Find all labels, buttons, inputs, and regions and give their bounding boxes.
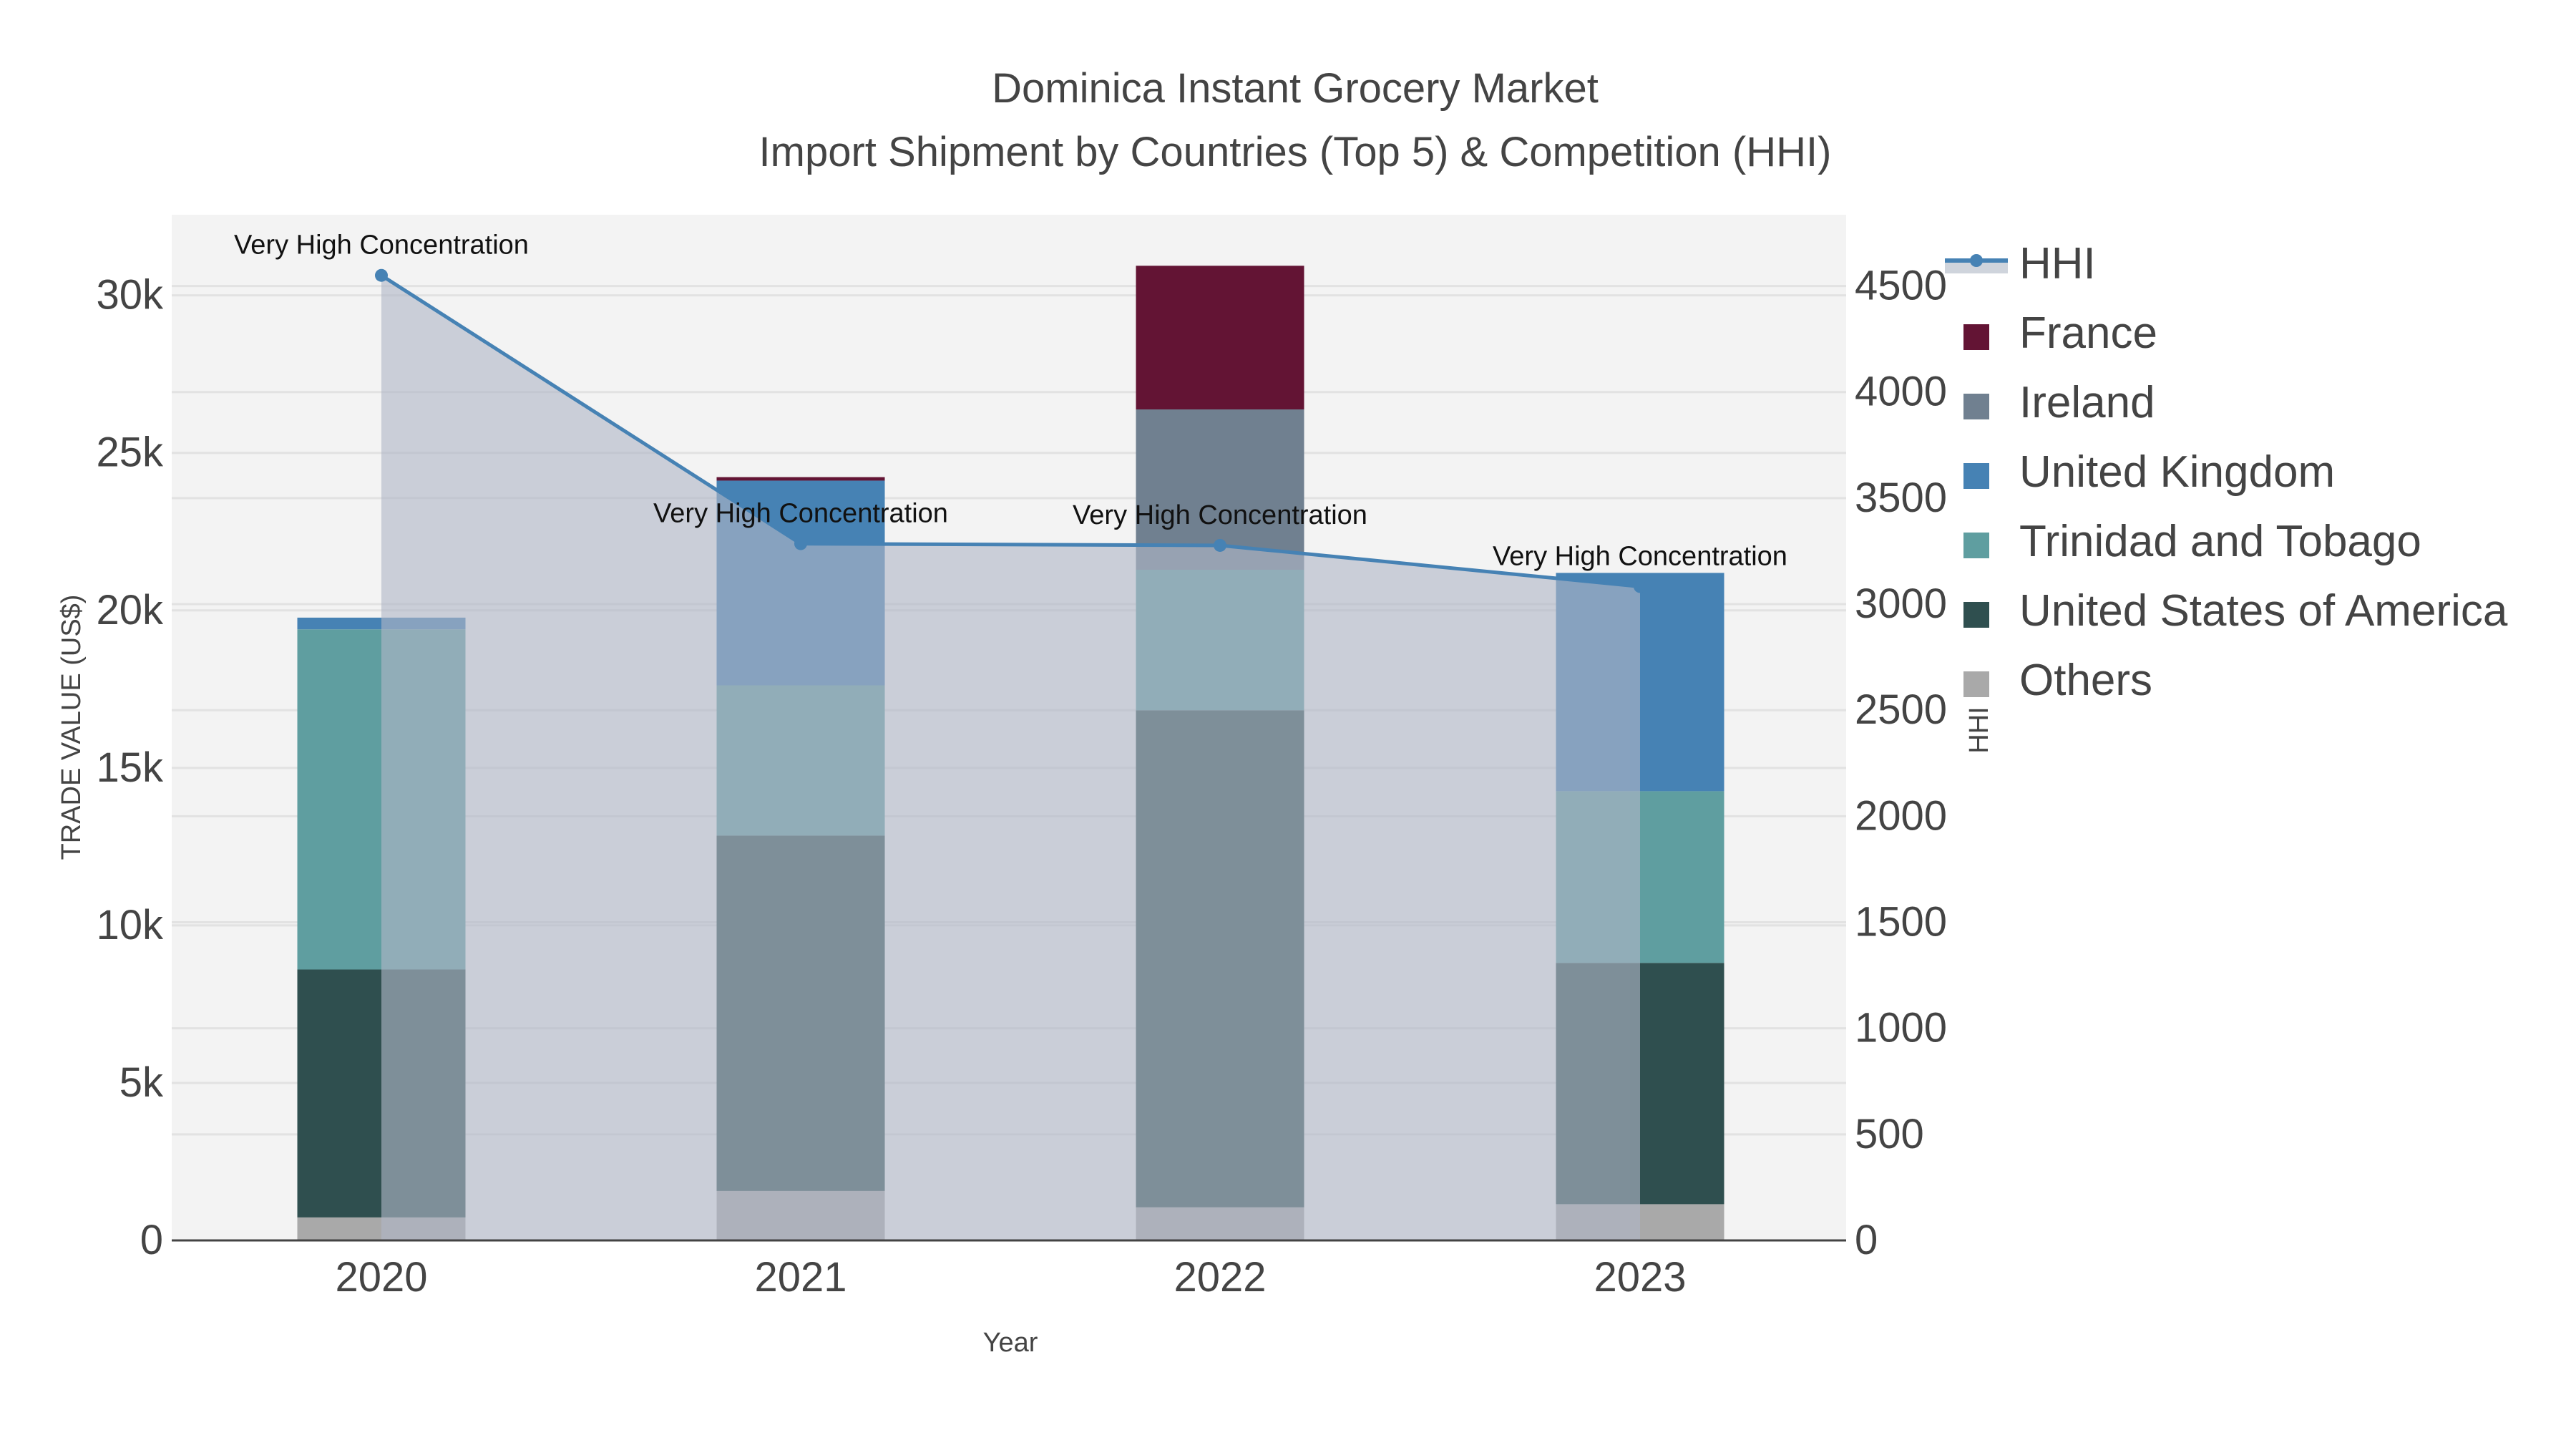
- y2-tick-label: 3500: [1855, 475, 1947, 521]
- y-tick-label: 25k: [96, 429, 164, 476]
- legend-swatch-france: [1963, 324, 1989, 350]
- hhi-marker-2023: [1634, 580, 1646, 593]
- hhi-annotation: Very High Concentration: [234, 230, 529, 261]
- legend-label: Others: [2019, 656, 2152, 705]
- y2-tick-label: 1500: [1855, 899, 1947, 946]
- x-tick-label: 2020: [335, 1254, 427, 1301]
- x-tick-label: 2022: [1174, 1254, 1266, 1301]
- y2-tick-label: 1000: [1855, 1005, 1947, 1051]
- hhi-marker-2021: [794, 537, 807, 550]
- legend: HHI France Ireland United Kingdom Trinidad a…: [1945, 222, 2576, 723]
- y-tick-label: 20k: [96, 587, 164, 633]
- legend-label: United States of America: [2019, 586, 2508, 636]
- chart-title: Dominica Instant Grocery Market: [992, 65, 1599, 112]
- y2-tick-label: 4500: [1855, 263, 1947, 309]
- bar-france-2021: [716, 477, 885, 481]
- legend-swatch-ireland: [1963, 394, 1989, 419]
- legend-swatch-others: [1963, 671, 1989, 697]
- legend-hhi-marker: [1970, 254, 1983, 267]
- y2-tick-label: 0: [1855, 1217, 1878, 1263]
- legend-label: France: [2019, 308, 2157, 358]
- y-tick-label: 10k: [96, 902, 164, 948]
- y2-tick-label: 3000: [1855, 580, 1947, 627]
- hhi-marker-2022: [1214, 538, 1226, 552]
- y-axis-title: TRADE VALUE (US$): [57, 595, 87, 860]
- x-tick-label: 2023: [1594, 1254, 1686, 1301]
- bar-france-2022: [1136, 266, 1304, 409]
- chart: Very High Concentration Very High Concent…: [57, 65, 2576, 1358]
- y-tick-label: 0: [140, 1217, 163, 1263]
- y2-axis-title: HHI: [1964, 706, 1994, 753]
- x-tick-label: 2021: [754, 1254, 847, 1301]
- legend-swatch-united-states-of-america: [1963, 602, 1989, 628]
- legend-label: United Kingdom: [2019, 447, 2335, 497]
- y2-tick-label: 2000: [1855, 792, 1947, 839]
- hhi-marker-2020: [375, 268, 388, 282]
- hhi-annotation: Very High Concentration: [1073, 500, 1367, 530]
- hhi-annotation: Very High Concentration: [653, 499, 948, 529]
- y2-tick-label: 500: [1855, 1111, 1924, 1157]
- y2-tick-label: 4000: [1855, 369, 1947, 415]
- y-tick-label: 5k: [119, 1059, 164, 1106]
- y-tick-label: 15k: [96, 744, 164, 791]
- hhi-annotation: Very High Concentration: [1493, 541, 1787, 571]
- legend-label: Ireland: [2019, 378, 2155, 427]
- legend-swatch-trinidad-and-tobago: [1963, 533, 1989, 558]
- legend-swatch-united-kingdom: [1963, 463, 1989, 489]
- chart-subtitle: Import Shipment by Countries (Top 5) & C…: [759, 129, 1832, 175]
- y-tick-label: 30k: [96, 272, 164, 319]
- legend-label: HHI: [2019, 239, 2096, 288]
- y2-tick-label: 2500: [1855, 686, 1947, 733]
- x-axis-title: Year: [983, 1328, 1038, 1358]
- legend-label: Trinidad and Tobago: [2019, 517, 2421, 566]
